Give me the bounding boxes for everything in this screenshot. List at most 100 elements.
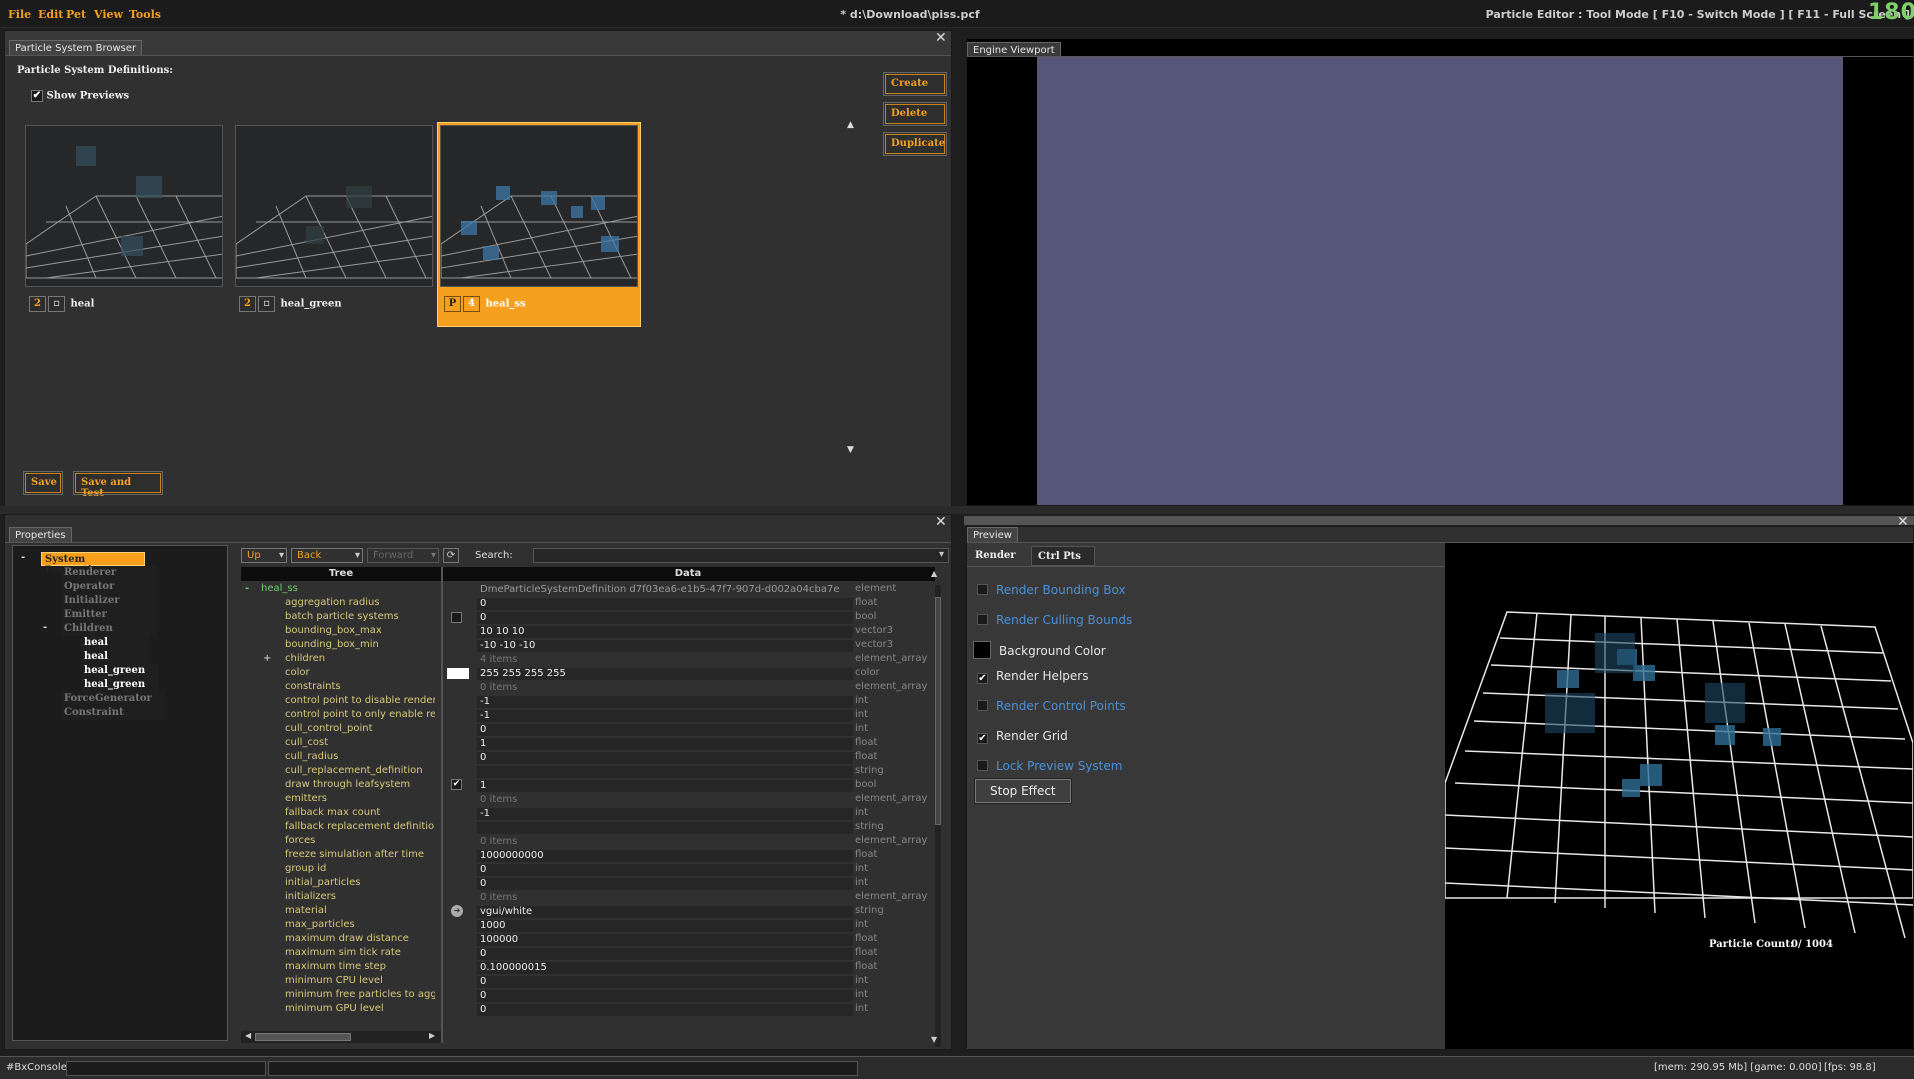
scroll-left-icon[interactable]: ◀ bbox=[245, 1031, 251, 1040]
scroll-down-icon[interactable]: ▼ bbox=[931, 1035, 937, 1044]
attr-value[interactable]: 0.100000015 bbox=[477, 962, 853, 974]
tree-children[interactable]: Children bbox=[61, 622, 157, 636]
attr-value[interactable]: 255 255 255 255 bbox=[477, 668, 853, 680]
attribute-row[interactable]: cull_replacement_definition string bbox=[241, 765, 941, 779]
forward-button[interactable]: Forward ▾ bbox=[367, 548, 439, 563]
lock-icon[interactable]: ▫ bbox=[48, 296, 65, 312]
horizontal-splitter[interactable] bbox=[0, 506, 1914, 514]
col-tree[interactable]: Tree bbox=[241, 568, 441, 579]
attr-value[interactable]: 0 items bbox=[477, 892, 853, 904]
preview-viewport[interactable]: Particle Count: 0/ 1004 bbox=[1445, 543, 1913, 1049]
check-icon[interactable]: ✔ bbox=[451, 779, 462, 790]
tree-expand-icon[interactable]: + bbox=[263, 653, 271, 664]
attr-value[interactable]: 100000 bbox=[477, 934, 853, 946]
tab-preview[interactable]: Preview bbox=[967, 527, 1018, 542]
save-and-test-button[interactable]: Save and Test bbox=[73, 471, 163, 499]
tree-system-properties[interactable]: System Properties bbox=[41, 552, 145, 576]
checkbox-icon[interactable] bbox=[451, 612, 462, 623]
tree-child-heal[interactable]: heal bbox=[81, 650, 149, 664]
attribute-row[interactable]: maximum time step 0.100000015 float bbox=[241, 961, 941, 975]
tree-renderer[interactable]: Renderer bbox=[61, 566, 157, 580]
tab-particle-browser[interactable]: Particle System Browser bbox=[9, 40, 143, 55]
attribute-row[interactable]: constraints 0 items element_array bbox=[241, 681, 941, 695]
color-swatch[interactable] bbox=[447, 668, 469, 679]
scroll-up-icon[interactable]: ▲ bbox=[931, 569, 937, 578]
attr-value[interactable]: 0 bbox=[477, 948, 853, 960]
attr-value[interactable]: 0 items bbox=[477, 836, 853, 848]
tree-expand-icon[interactable]: - bbox=[43, 622, 47, 633]
search-input[interactable]: ▾ bbox=[533, 548, 949, 563]
attr-value[interactable]: 0 bbox=[477, 976, 853, 988]
attribute-row[interactable]: batch particle systems 0 bool bbox=[241, 611, 941, 625]
menu-view[interactable]: View bbox=[94, 8, 123, 21]
delete-button[interactable]: Delete bbox=[883, 102, 947, 126]
attribute-row[interactable]: minimum free particles to aggregate 0int bbox=[241, 989, 941, 1003]
attr-value[interactable] bbox=[477, 766, 853, 778]
attribute-row[interactable]: control point to disable rendering -1int bbox=[241, 695, 941, 709]
attr-value[interactable]: 1000 bbox=[477, 920, 853, 932]
back-button[interactable]: Back ▾ bbox=[291, 548, 363, 563]
render-control-points-checkbox[interactable]: Render Control Points bbox=[977, 699, 1126, 713]
show-previews-checkbox[interactable]: ✔ Show Previews bbox=[31, 90, 129, 102]
col-data[interactable]: Data bbox=[441, 568, 935, 579]
scroll-right-icon[interactable]: ▶ bbox=[429, 1031, 435, 1040]
duplicate-button[interactable]: Duplicate bbox=[883, 132, 947, 156]
tab-engine-viewport[interactable]: Engine Viewport bbox=[967, 42, 1061, 57]
background-color-picker[interactable]: Background Color bbox=[973, 641, 1106, 659]
scroll-thumb[interactable] bbox=[935, 597, 941, 825]
attribute-row[interactable]: bounding_box_min -10 -10 -10 vector3 bbox=[241, 639, 941, 653]
tree-constraint[interactable]: Constraint bbox=[61, 706, 165, 720]
attribute-row[interactable]: fallback replacement definition string bbox=[241, 821, 941, 835]
attr-value[interactable]: 0 bbox=[477, 598, 853, 610]
tab-ctrl-pts[interactable]: Ctrl Pts bbox=[1031, 546, 1095, 566]
browse-arrow-icon[interactable]: ➜ bbox=[451, 905, 463, 917]
menu-edit[interactable]: Edit bbox=[38, 8, 63, 21]
attribute-row[interactable]: group id 0 int bbox=[241, 863, 941, 877]
render-bounding-box-checkbox[interactable]: Render Bounding Box bbox=[977, 583, 1126, 597]
tree-child-heal-green[interactable]: heal_green bbox=[81, 678, 159, 692]
attribute-row[interactable]: cull_cost 1 float bbox=[241, 737, 941, 751]
attr-value[interactable]: -1 bbox=[477, 808, 853, 820]
preview-thumb-heal-green[interactable] bbox=[235, 125, 433, 287]
tree-emitter[interactable]: Emitter bbox=[61, 608, 157, 622]
attribute-row[interactable]: max_particles 1000 int bbox=[241, 919, 941, 933]
close-icon[interactable]: ✕ bbox=[935, 515, 947, 529]
vertical-scrollbar[interactable] bbox=[935, 585, 941, 1047]
attribute-row[interactable]: bounding_box_max 10 10 10 vector3 bbox=[241, 625, 941, 639]
attr-value[interactable]: 0 bbox=[477, 612, 853, 624]
viewport-canvas[interactable] bbox=[1037, 57, 1843, 505]
attribute-row[interactable]: emitters 0 items element_array bbox=[241, 793, 941, 807]
attr-value[interactable]: -1 bbox=[477, 710, 853, 722]
tree-forcegenerator[interactable]: ForceGenerator bbox=[61, 692, 165, 706]
tab-properties[interactable]: Properties bbox=[9, 527, 72, 542]
item-caption-heal[interactable]: 2 ▫ heal bbox=[29, 296, 94, 316]
h-scroll-thumb[interactable] bbox=[255, 1033, 351, 1041]
attribute-row[interactable]: initial_particles 0 int bbox=[241, 877, 941, 891]
menu-file[interactable]: File bbox=[8, 8, 31, 21]
attribute-row[interactable]: cull_radius 0 float bbox=[241, 751, 941, 765]
color-swatch[interactable] bbox=[973, 641, 991, 659]
menu-tools[interactable]: Tools bbox=[129, 8, 161, 21]
attr-value[interactable]: 4 items bbox=[477, 654, 853, 666]
attribute-row[interactable]: forces 0 items element_array bbox=[241, 835, 941, 849]
refresh-icon[interactable]: ⟳ bbox=[443, 548, 459, 563]
save-button[interactable]: Save bbox=[23, 471, 63, 495]
attr-value[interactable]: 0 items bbox=[477, 794, 853, 806]
stop-effect-button[interactable]: Stop Effect bbox=[974, 778, 1072, 804]
render-grid-checkbox[interactable]: ✔ Render Grid bbox=[977, 729, 1068, 744]
root-row[interactable]: - heal_ss DmeParticleSystemDefinition d7… bbox=[241, 583, 941, 597]
attr-value[interactable]: -1 bbox=[477, 696, 853, 708]
tree-expand-icon[interactable]: - bbox=[21, 552, 25, 563]
attr-value[interactable]: 10 10 10 bbox=[477, 626, 853, 638]
attr-value[interactable]: 0 bbox=[477, 864, 853, 876]
scroll-down-icon[interactable]: ▼ bbox=[847, 445, 854, 455]
attribute-row[interactable]: + children 4 items element_array bbox=[241, 653, 941, 667]
render-helpers-checkbox[interactable]: ✔ Render Helpers bbox=[977, 669, 1088, 684]
render-culling-bounds-checkbox[interactable]: Render Culling Bounds bbox=[977, 613, 1132, 627]
attr-value[interactable]: 1 bbox=[477, 738, 853, 750]
item-caption-heal-ss[interactable]: P4 heal_ss bbox=[444, 296, 526, 316]
attribute-row[interactable]: maximum draw distance 100000 float bbox=[241, 933, 941, 947]
tree-initializer[interactable]: Initializer bbox=[61, 594, 157, 608]
attr-value[interactable]: 0 bbox=[477, 752, 853, 764]
item-caption-heal-green[interactable]: 2 ▫ heal_green bbox=[239, 296, 342, 316]
